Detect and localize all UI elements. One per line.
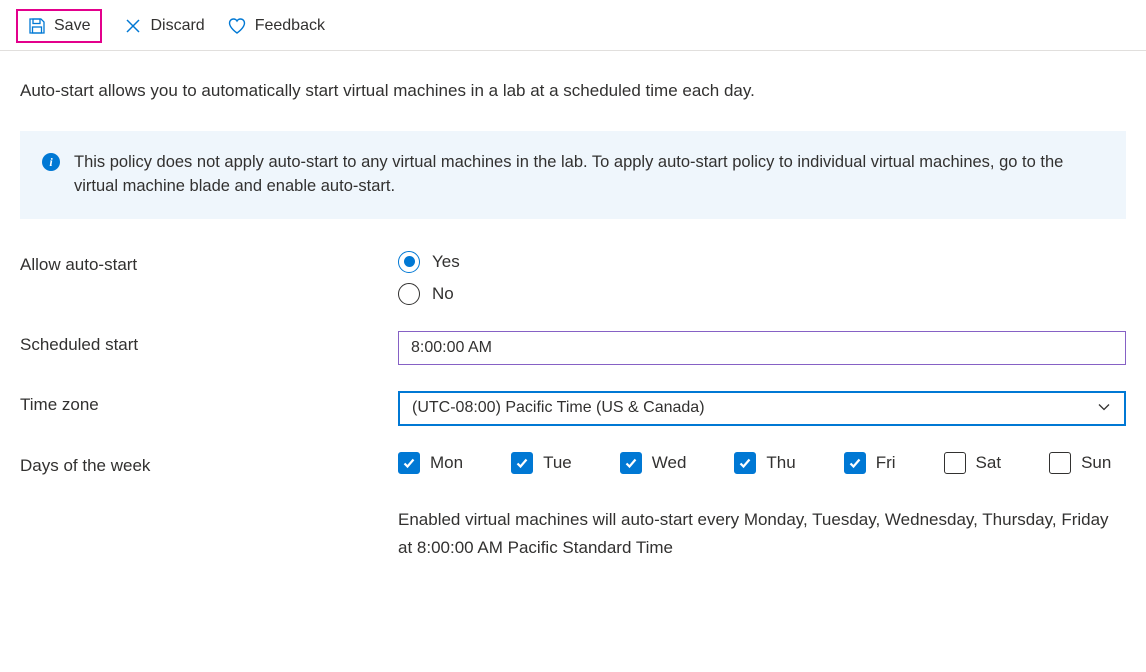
day-checkbox-sun[interactable]: Sun — [1049, 452, 1111, 474]
chevron-down-icon — [1096, 399, 1112, 418]
toolbar: Save Discard Feedback — [0, 0, 1146, 51]
checkbox-icon — [620, 452, 642, 474]
info-icon: i — [42, 153, 60, 171]
close-icon — [124, 17, 142, 35]
allow-auto-start-radio-group: Yes No — [398, 251, 1126, 305]
radio-yes-label: Yes — [432, 252, 460, 272]
info-box: i This policy does not apply auto-start … — [20, 131, 1126, 219]
checkbox-icon — [511, 452, 533, 474]
day-label: Fri — [876, 453, 896, 473]
radio-no-label: No — [432, 284, 454, 304]
days-label: Days of the week — [20, 452, 398, 476]
day-label: Sun — [1081, 453, 1111, 473]
feedback-label: Feedback — [255, 17, 325, 35]
radio-icon — [398, 251, 420, 273]
info-text: This policy does not apply auto-start to… — [74, 151, 1102, 199]
day-checkbox-thu[interactable]: Thu — [734, 452, 795, 474]
day-label: Tue — [543, 453, 572, 473]
day-label: Mon — [430, 453, 463, 473]
timezone-value: (UTC-08:00) Pacific Time (US & Canada) — [412, 399, 1096, 417]
day-checkbox-fri[interactable]: Fri — [844, 452, 896, 474]
timezone-select[interactable]: (UTC-08:00) Pacific Time (US & Canada) — [398, 391, 1126, 426]
checkbox-icon — [1049, 452, 1071, 474]
day-label: Wed — [652, 453, 687, 473]
days-checkbox-group: Mon Tue Wed Thu Fri Sat Sun — [398, 452, 1126, 474]
checkbox-icon — [844, 452, 866, 474]
content: Auto-start allows you to automatically s… — [0, 51, 1146, 602]
discard-label: Discard — [150, 17, 204, 35]
checkbox-icon — [398, 452, 420, 474]
discard-button[interactable]: Discard — [124, 17, 204, 35]
timezone-label: Time zone — [20, 391, 398, 415]
days-row: Days of the week Mon Tue Wed Thu Fri Sat Sun — [20, 452, 1126, 476]
feedback-button[interactable]: Feedback — [227, 16, 325, 36]
scheduled-start-input[interactable] — [398, 331, 1126, 365]
radio-no[interactable]: No — [398, 283, 1126, 305]
save-icon — [28, 17, 46, 35]
day-label: Thu — [766, 453, 795, 473]
timezone-row: Time zone (UTC-08:00) Pacific Time (US &… — [20, 391, 1126, 426]
checkbox-icon — [734, 452, 756, 474]
radio-icon — [398, 283, 420, 305]
summary-text: Enabled virtual machines will auto-start… — [398, 506, 1126, 562]
day-checkbox-mon[interactable]: Mon — [398, 452, 463, 474]
day-checkbox-tue[interactable]: Tue — [511, 452, 572, 474]
scheduled-start-label: Scheduled start — [20, 331, 398, 355]
day-checkbox-sat[interactable]: Sat — [944, 452, 1002, 474]
day-label: Sat — [976, 453, 1002, 473]
intro-text: Auto-start allows you to automatically s… — [20, 81, 1126, 101]
checkbox-icon — [944, 452, 966, 474]
radio-yes[interactable]: Yes — [398, 251, 1126, 273]
scheduled-start-row: Scheduled start — [20, 331, 1126, 365]
allow-auto-start-label: Allow auto-start — [20, 251, 398, 275]
save-label: Save — [54, 17, 90, 35]
day-checkbox-wed[interactable]: Wed — [620, 452, 687, 474]
save-button[interactable]: Save — [16, 9, 102, 43]
heart-icon — [227, 16, 247, 36]
allow-auto-start-row: Allow auto-start Yes No — [20, 251, 1126, 305]
